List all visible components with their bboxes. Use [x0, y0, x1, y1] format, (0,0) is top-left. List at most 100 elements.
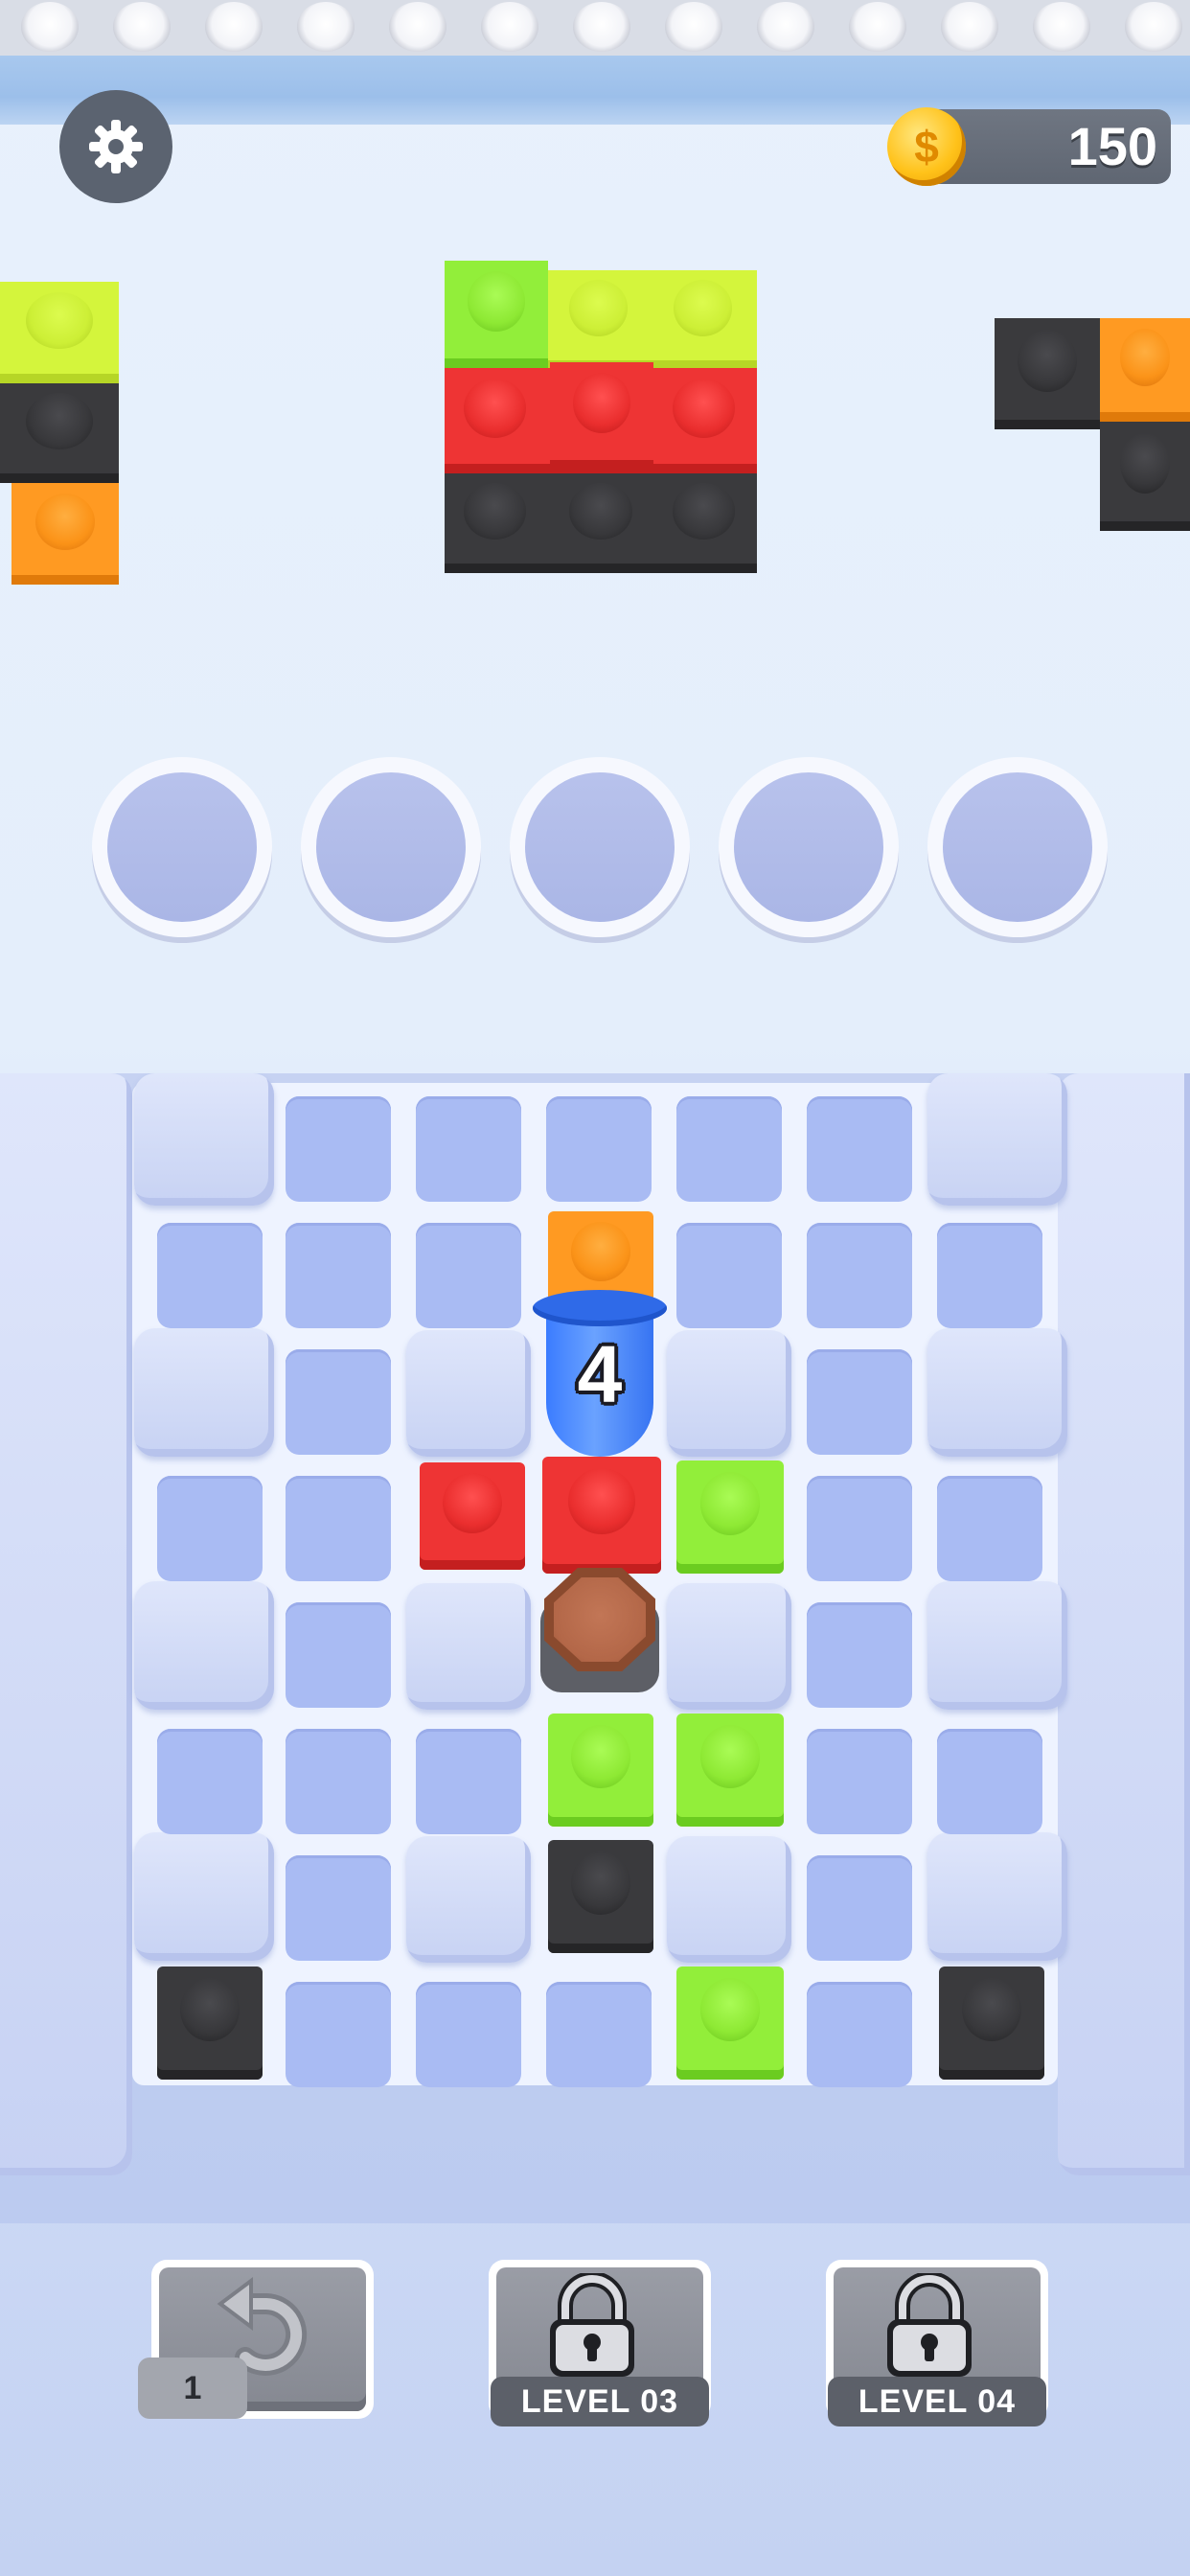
grid-cell[interactable] — [676, 1096, 782, 1202]
shelf-brick-black[interactable] — [0, 383, 119, 483]
grid-cell[interactable] — [807, 1602, 912, 1708]
stud — [672, 483, 736, 540]
padlock-icon — [550, 2273, 634, 2377]
stud — [571, 1851, 630, 1915]
stud — [463, 379, 526, 438]
grid-cell[interactable] — [676, 1223, 782, 1328]
stud — [941, 2, 998, 52]
board-brick-green[interactable] — [676, 1966, 784, 2080]
left-wall — [0, 1073, 132, 2175]
wall-block — [134, 1073, 274, 1206]
board-brick-green[interactable] — [548, 1714, 653, 1827]
grid-cell[interactable] — [807, 1729, 912, 1834]
shelf-brick-green[interactable] — [445, 261, 548, 368]
settings-button[interactable] — [59, 90, 172, 203]
stud — [1018, 329, 1077, 392]
grid-cell[interactable] — [807, 1982, 912, 2087]
grid-cell[interactable] — [286, 1982, 391, 2087]
blue-cup[interactable]: 4 — [533, 1286, 667, 1459]
stud — [571, 1222, 630, 1281]
stud — [389, 2, 446, 52]
grid-cell[interactable] — [416, 1982, 521, 2087]
grid-cell[interactable] — [937, 1223, 1042, 1328]
stud — [572, 373, 631, 433]
shelf-brick-red-top[interactable] — [550, 362, 653, 470]
grid-cell[interactable] — [546, 1982, 652, 2087]
stud — [467, 271, 526, 332]
grid-cell[interactable] — [807, 1476, 912, 1581]
grid-cell[interactable] — [416, 1223, 521, 1328]
barrel-spawner — [537, 1566, 663, 1696]
coin-icon: $ — [887, 107, 966, 186]
shelf-brick-lime[interactable] — [0, 282, 119, 383]
grid-cell[interactable] — [286, 1602, 391, 1708]
stud — [962, 1977, 1021, 2041]
grid-cell[interactable] — [286, 1349, 391, 1455]
stud — [297, 2, 355, 52]
wall-block — [927, 1832, 1067, 1961]
top-lego-strip — [0, 0, 1190, 125]
cup-rim — [533, 1290, 667, 1326]
grid-cell[interactable] — [286, 1855, 391, 1961]
stud — [699, 1724, 761, 1788]
level-label: LEVEL 03 — [491, 2377, 709, 2426]
stud — [205, 2, 263, 52]
grid-cell[interactable] — [157, 1223, 263, 1328]
grid-cell[interactable] — [286, 1223, 391, 1328]
grid-cell[interactable] — [937, 1476, 1042, 1581]
gear-icon — [89, 120, 143, 173]
stud — [113, 2, 171, 52]
shelf-brick-black[interactable] — [445, 473, 757, 573]
wall-block — [134, 1328, 274, 1457]
grid-cell[interactable] — [807, 1096, 912, 1202]
grid-cell[interactable] — [157, 1729, 263, 1834]
stud — [1119, 328, 1171, 387]
holder-slot-5 — [927, 757, 1108, 937]
undo-count-badge: 1 — [138, 2358, 247, 2419]
wall-block — [927, 1581, 1067, 1710]
stud — [573, 2, 630, 52]
grid-cell[interactable] — [416, 1096, 521, 1202]
wall-block — [134, 1581, 274, 1710]
grid-cell[interactable] — [807, 1855, 912, 1961]
board-brick-black[interactable] — [548, 1840, 653, 1953]
grid-cell[interactable] — [937, 1729, 1042, 1834]
holder-slot-2 — [301, 757, 481, 937]
holder-slot-4 — [719, 757, 899, 937]
board-brick-black[interactable] — [939, 1966, 1044, 2080]
grid-cell[interactable] — [807, 1349, 912, 1455]
locked-level-03-button[interactable]: LEVEL 03 — [489, 2260, 711, 2426]
locked-level-04-button[interactable]: LEVEL 04 — [826, 2260, 1048, 2426]
shelf-brick-black[interactable] — [1100, 422, 1190, 531]
obstacle-block — [406, 1330, 531, 1457]
stud — [180, 1977, 240, 2041]
board-brick-green[interactable] — [676, 1714, 784, 1827]
grid-cell[interactable] — [286, 1476, 391, 1581]
wall-block — [134, 1832, 274, 1961]
board-brick-black[interactable] — [157, 1966, 263, 2080]
shelf-brick-orange[interactable] — [11, 483, 119, 585]
grid-cell[interactable] — [416, 1729, 521, 1834]
stud — [571, 1724, 630, 1788]
grid-cell[interactable] — [807, 1223, 912, 1328]
shelf-brick-lime[interactable] — [548, 270, 757, 370]
holder-slot-1 — [92, 757, 272, 937]
stud — [26, 393, 93, 449]
board-brick-green[interactable] — [676, 1460, 784, 1574]
board-brick-red[interactable] — [420, 1462, 525, 1570]
grid-cell[interactable] — [286, 1096, 391, 1202]
stud — [699, 1471, 761, 1535]
stud — [673, 280, 732, 336]
stud — [568, 280, 628, 336]
cup-capacity: 4 — [577, 1329, 623, 1419]
stud — [699, 1977, 761, 2041]
board-brick-red[interactable] — [542, 1457, 661, 1574]
shelf-brick-orange[interactable] — [1100, 318, 1190, 422]
stud — [665, 2, 722, 52]
stud — [21, 2, 79, 52]
coin-count: 150 — [1067, 116, 1157, 176]
grid-cell[interactable] — [546, 1096, 652, 1202]
grid-cell[interactable] — [157, 1476, 263, 1581]
shelf-brick-black[interactable] — [995, 318, 1100, 429]
grid-cell[interactable] — [286, 1729, 391, 1834]
